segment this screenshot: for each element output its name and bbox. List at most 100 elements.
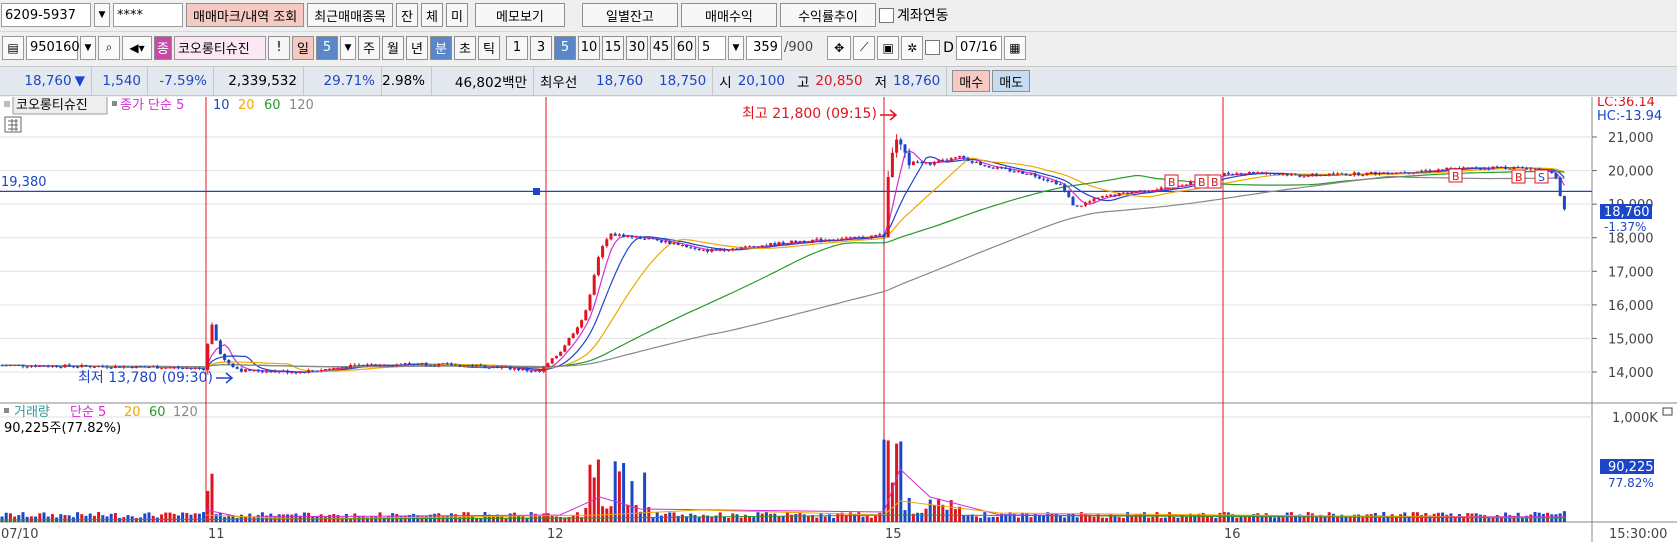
candle-body bbox=[172, 367, 176, 369]
month-button[interactable]: 월 bbox=[381, 35, 404, 60]
account-link-checkbox[interactable]: 계좌연동 bbox=[878, 5, 949, 25]
stock-code-input[interactable]: 950160 bbox=[26, 35, 80, 60]
account-input[interactable]: 6209-5937 bbox=[1, 3, 91, 27]
candle-body bbox=[945, 159, 949, 161]
candle-body bbox=[651, 238, 655, 240]
candle-body bbox=[701, 249, 705, 251]
candle-body bbox=[794, 240, 798, 243]
daily-balance-button[interactable]: 일별잔고 bbox=[581, 3, 678, 27]
period-day-button[interactable]: 일 bbox=[291, 35, 314, 60]
settings-icon[interactable]: ▤ bbox=[2, 35, 24, 60]
count-input[interactable]: 359 bbox=[745, 35, 782, 60]
tick-button[interactable]: 틱 bbox=[477, 35, 500, 60]
candle-body bbox=[365, 364, 369, 366]
candle-body bbox=[1281, 174, 1285, 176]
candle-body bbox=[1386, 172, 1390, 175]
candle-body bbox=[1520, 167, 1524, 169]
legend-marker bbox=[4, 101, 10, 107]
candle-body bbox=[1495, 166, 1499, 168]
che-button[interactable]: 체 bbox=[420, 3, 443, 27]
candle-body bbox=[420, 362, 424, 365]
candle-body bbox=[386, 365, 390, 367]
candle-body bbox=[55, 365, 59, 368]
interval-1-button[interactable]: 1 bbox=[505, 35, 528, 60]
second-button[interactable]: 초 bbox=[453, 35, 476, 60]
interval-dropdown[interactable]: ▼ bbox=[727, 35, 744, 60]
trade-profit-button[interactable]: 매매수익 bbox=[680, 3, 777, 27]
password-input[interactable]: **** bbox=[113, 3, 183, 27]
collapse-icon[interactable] bbox=[1662, 407, 1673, 416]
interval-30-button[interactable]: 30 bbox=[625, 35, 648, 60]
candle-body bbox=[424, 362, 428, 366]
volume-bar bbox=[937, 498, 941, 522]
candle-body bbox=[1361, 174, 1365, 176]
volume-bar bbox=[193, 513, 197, 522]
save-icon[interactable]: ▣ bbox=[877, 35, 900, 60]
candle-body bbox=[1357, 172, 1361, 176]
crosshair-icon[interactable]: ✥ bbox=[827, 35, 852, 60]
volume-bar bbox=[701, 514, 705, 522]
volume-bar bbox=[962, 514, 966, 522]
date-checkbox-box[interactable] bbox=[925, 40, 941, 55]
alert-button[interactable]: ! bbox=[267, 35, 290, 60]
candle-body bbox=[244, 369, 248, 372]
interval-10-button[interactable]: 10 bbox=[577, 35, 600, 60]
volume-bar bbox=[0, 516, 4, 522]
period-dropdown[interactable]: ▼ bbox=[339, 35, 356, 60]
volume-bar bbox=[302, 512, 306, 522]
hline-handle[interactable] bbox=[533, 188, 540, 195]
sell-button[interactable]: 매도 bbox=[992, 70, 1031, 92]
profit-rate-button[interactable]: 수익률추이 bbox=[779, 3, 876, 27]
candle-body bbox=[38, 365, 42, 367]
gear-icon[interactable]: ✲ bbox=[901, 35, 924, 60]
search-icon[interactable]: ⌕ bbox=[98, 35, 120, 60]
volume-bar bbox=[1331, 513, 1335, 522]
period-num-button[interactable]: 5 bbox=[315, 35, 338, 60]
candle-body bbox=[403, 363, 407, 365]
week-button[interactable]: 주 bbox=[357, 35, 380, 60]
account-dropdown[interactable]: ▼ bbox=[94, 3, 110, 27]
interval-45-button[interactable]: 45 bbox=[649, 35, 672, 60]
candle-body bbox=[1474, 167, 1478, 169]
year-button[interactable]: 년 bbox=[405, 35, 428, 60]
calendar-icon[interactable]: ▦ bbox=[1003, 35, 1026, 60]
volume-bar bbox=[1071, 513, 1075, 522]
interval-select[interactable]: 5 bbox=[697, 35, 726, 60]
candle-body bbox=[1004, 167, 1008, 169]
price-chart[interactable]: 코오롱티슈진 종가 단순 5 10 20 60 120 19,380 최고 21… bbox=[0, 97, 1677, 542]
mi-button[interactable]: 미 bbox=[445, 3, 468, 27]
memo-button[interactable]: 메모보기 bbox=[474, 3, 565, 27]
volume-bar bbox=[928, 499, 932, 522]
speaker-icon[interactable]: ◀▾ bbox=[122, 35, 152, 60]
line-tool-icon[interactable]: ⟋ bbox=[853, 35, 876, 60]
recent-trades-button[interactable]: 최근매매종목 bbox=[307, 3, 393, 27]
volume-ratio: 29.71% bbox=[304, 67, 382, 95]
volume-bar bbox=[995, 516, 999, 522]
code-dropdown[interactable]: ▼ bbox=[80, 35, 96, 60]
candle-body bbox=[344, 367, 348, 369]
candle-body bbox=[143, 366, 147, 368]
date-input[interactable]: 07/16 bbox=[955, 35, 1002, 60]
volume-bar bbox=[1063, 517, 1067, 522]
trade-mark-button[interactable]: 매매마크/내역 조회 bbox=[186, 3, 305, 27]
checkbox-box[interactable] bbox=[878, 7, 894, 23]
candle-body bbox=[1424, 170, 1428, 172]
volume-bar bbox=[1495, 515, 1499, 522]
candle-body bbox=[1042, 178, 1046, 180]
interval-3-button[interactable]: 3 bbox=[529, 35, 552, 60]
date-checkbox[interactable]: D bbox=[925, 40, 954, 56]
legend-ma20: 20 bbox=[238, 98, 255, 113]
candle-body bbox=[718, 249, 722, 251]
high-label: 고 bbox=[796, 75, 810, 91]
buy-button[interactable]: 매수 bbox=[952, 70, 991, 92]
jan-button[interactable]: 잔 bbox=[395, 3, 418, 27]
minute-button[interactable]: 분 bbox=[429, 35, 452, 60]
candle-body bbox=[659, 240, 663, 243]
interval-15-button[interactable]: 15 bbox=[601, 35, 624, 60]
candle-body bbox=[1063, 184, 1067, 191]
candle-body bbox=[235, 367, 239, 369]
interval-60-button[interactable]: 60 bbox=[673, 35, 696, 60]
candle-body bbox=[1058, 184, 1062, 186]
volume-bar bbox=[895, 443, 899, 522]
interval-5-button[interactable]: 5 bbox=[553, 35, 576, 60]
